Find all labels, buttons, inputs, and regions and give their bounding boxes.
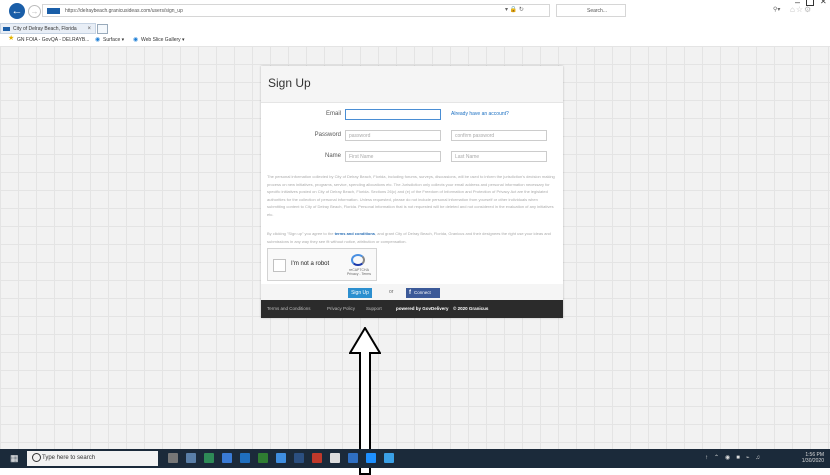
footer-support-link[interactable]: Support [366,300,382,318]
clock[interactable]: 1:56 PM 1/30/2020 [802,452,824,464]
ie-icon: ◉ [133,37,139,43]
facebook-connect-button[interactable]: f Connect [406,288,440,298]
terms-prefix: By clicking "Sign up" you agree to the [267,231,334,236]
footer-copyright: © 2020 Granicus [453,306,489,311]
already-have-account-link[interactable]: Already have an account? [451,111,509,117]
recaptcha-brand: reCAPTCHA Privacy - Terms [346,268,372,276]
favorite-item-web-slice[interactable]: Web Slice Gallery ▾ [141,35,185,45]
footer-powered-by: powered by GovDelivery [396,306,449,311]
address-bar[interactable]: https://delraybeach.granicusideas.com/us… [42,4,550,17]
app-icon[interactable] [312,453,322,463]
site-favicon [47,8,60,14]
first-name-field[interactable]: First Name [345,151,441,162]
app-icon[interactable] [204,453,214,463]
browser-chrome: ← → https://delraybeach.granicusideas.co… [0,0,830,47]
terms-link[interactable]: terms and conditions [335,231,375,236]
new-tab-button[interactable] [97,24,108,34]
browser-search-placeholder: Search... [587,8,608,14]
taskbar-search-icon [32,453,41,462]
privacy-notice: The personal information collected by Ci… [267,174,555,217]
name-label: Name [324,153,341,159]
app-icon[interactable] [222,453,232,463]
minimize-icon[interactable]: – [795,0,800,7]
page-area: Sign Up Email Already have an account? P… [0,46,830,475]
page-footer: Terms and Conditions Privacy Policy Supp… [261,300,563,318]
footer-privacy-link[interactable]: Privacy Policy [327,300,355,318]
recaptcha-logo-icon [351,254,365,266]
email-label: Email [325,111,341,117]
footer-terms-link[interactable]: Terms and Conditions [267,300,311,318]
maximize-icon[interactable] [806,0,814,6]
recaptcha-links[interactable]: Privacy - Terms [346,272,372,276]
back-button[interactable]: ← [9,3,25,19]
tab-title: City of Delray Beach, Florida [13,26,77,32]
favorite-item-foia[interactable]: GN FOIA - GovQA - DELRAYB... [17,35,89,45]
app-icon[interactable] [276,453,286,463]
sign-up-button[interactable]: Sign Up [348,288,372,298]
favorites-star-icon[interactable]: ★ [8,34,14,44]
favorites-bar: ★ GN FOIA - GovQA - DELRAYB... ◉ Surface… [0,35,830,45]
recaptcha-checkbox[interactable] [273,259,286,272]
password-label: Password [314,132,341,138]
app-icon[interactable] [330,453,340,463]
app-icon[interactable] [258,453,268,463]
ie-app-icon[interactable] [366,453,376,463]
address-url: https://delraybeach.granicusideas.com/us… [65,8,183,14]
recaptcha-label: I'm not a robot [291,261,330,267]
home-star-gear-icons[interactable]: ⌂☆⚙ [790,5,812,14]
page-title: Sign Up [268,76,311,90]
lock-refresh-icons[interactable]: ▾ 🔒 ↻ [505,4,524,17]
recaptcha-widget: I'm not a robot reCAPTCHA Privacy - Term… [267,248,377,281]
app-icon[interactable] [240,453,250,463]
password-field[interactable]: password [345,130,441,141]
last-name-field[interactable]: Last Name [451,151,547,162]
taskbar-search-input[interactable]: Type here to search [27,451,158,466]
signup-card: Sign Up Email Already have an account? P… [261,66,563,318]
forward-button[interactable]: → [28,5,41,18]
browser-search-input[interactable]: Search... [556,4,626,17]
windows-start-icon[interactable]: ▦ [10,454,19,463]
navigation-bar: ← → https://delraybeach.granicusideas.co… [0,0,830,22]
tab-strip: City of Delray Beach, Florida × [0,23,830,34]
or-text: or [389,289,394,295]
taskbar-search-placeholder: Type here to search [42,455,96,461]
ie-icon: ◉ [95,37,101,43]
tab-favicon [3,27,10,31]
system-tray-icons[interactable]: ↑⌃◉■⌁♫ [705,454,766,461]
form-actions: Sign Up or f Connect [261,284,563,300]
app-icon[interactable] [348,453,358,463]
favorite-item-surface[interactable]: Surface ▾ [103,35,124,45]
facebook-connect-label: Connect [414,290,431,295]
search-icon[interactable]: ⚲▾ [773,6,780,13]
email-field[interactable] [345,109,441,120]
terms-notice: By clicking "Sign up" you agree to the t… [267,230,557,245]
tab-current[interactable]: City of Delray Beach, Florida × [0,23,96,34]
confirm-password-field[interactable]: confirm password [451,130,547,141]
microphone-icon[interactable] [168,453,178,463]
close-icon[interactable]: ✕ [820,0,827,6]
clock-date: 1/30/2020 [801,458,824,464]
app-icon[interactable] [294,453,304,463]
tab-close-icon[interactable]: × [87,24,91,34]
ie-app-icon[interactable] [384,453,394,463]
card-header: Sign Up [261,66,563,103]
task-view-icon[interactable] [186,453,196,463]
facebook-icon: f [409,290,411,296]
windows-taskbar: ▦ Type here to search ↑⌃◉■⌁♫ 1:56 PM 1/3… [0,449,830,468]
